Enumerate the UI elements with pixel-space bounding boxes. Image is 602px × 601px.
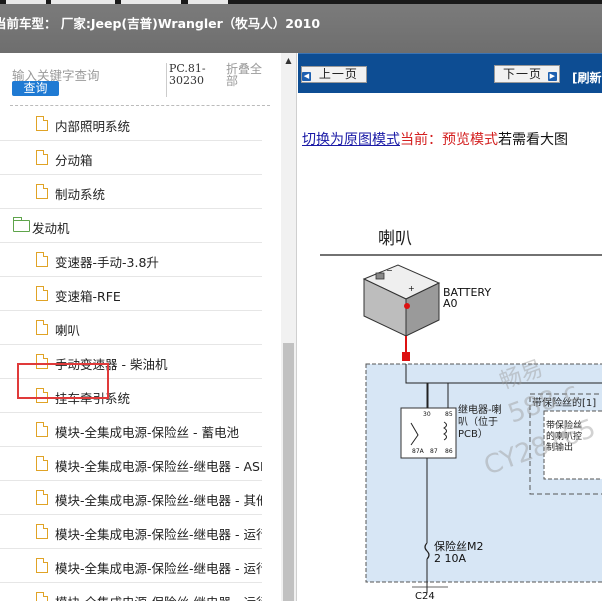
battery-icon: − + [362,264,441,337]
document-icon [36,456,48,471]
current-mode-label: 当前：预览模式 [400,132,498,148]
tree-item-label: 内部照明系统 [55,119,131,134]
document-icon [36,150,48,165]
svg-text:85: 85 [445,411,453,418]
svg-text:30: 30 [423,411,431,418]
tree-doc-item[interactable]: 模块-全集成电源-保险丝 - 蓄电池 [0,413,262,447]
svg-text:87: 87 [430,448,438,455]
document-icon [36,592,48,601]
refresh-button[interactable]: [刷新 [572,69,602,86]
battery-code-label: A0 [443,297,458,310]
document-icon [36,320,48,335]
tree-doc-item[interactable]: 模块-全集成电源-保险丝-继电器 - 运行-起 [0,549,262,583]
prev-page-button[interactable]: ◀ 上一页 [301,66,367,83]
tree-item-label: 模块-全集成电源-保险丝-继电器 - 运行-时 [55,592,262,601]
tree-item-label: 模块-全集成电源-保险丝-继电器 - 其他 [55,493,262,508]
tree-item-label: 变速器-手动-3.8升 [55,255,159,270]
tree-doc-item[interactable]: 变速箱-RFE [0,277,262,311]
next-page-label: 下一页 [503,67,543,81]
scroll-thumb[interactable] [283,343,294,601]
svg-text:+: + [408,284,415,293]
document-icon [36,524,48,539]
tree-item-label: 喇叭 [55,323,81,338]
pc-code-label: PC.81-30230 [166,63,216,97]
document-icon [36,422,48,437]
app-header: 当前车型： 厂家:Jeep(吉普)Wrangler（牧马人）2010 [0,0,602,53]
tree-doc-item[interactable]: 模块-全集成电源-保险丝-继电器 - 其他 [0,481,262,515]
fuse-label: 保险丝M2 [434,539,484,553]
left-panel: 输入关键字查询 查询 PC.81-30230 折叠全部 内部照明系统 分动箱制动系… [0,53,297,601]
header-tab[interactable] [6,0,46,4]
header-tab[interactable] [188,0,228,4]
header-tab[interactable] [121,0,181,4]
tree-item-label: 变速箱-RFE [55,289,121,304]
switch-original-mode-link[interactable]: 切换为原图模式 [302,132,400,148]
arrow-left-icon: ◀ [302,72,311,81]
document-icon [36,116,48,131]
tree-item-label: 模块-全集成电源-保险丝-继电器 - 运行 [55,527,262,542]
header-tab[interactable] [51,0,115,4]
hint-text: 若需看大图 [498,132,568,148]
scroll-up-icon[interactable]: ▲ [281,53,296,69]
header-tab-strip [0,0,602,4]
query-button[interactable]: 查询 [12,81,59,96]
prev-page-label: 上一页 [318,67,358,81]
tree-folder-item[interactable]: 发动机 [0,209,262,243]
divider [10,105,270,106]
svg-text:−: − [386,266,393,275]
diagram-title: 喇叭 [378,229,412,249]
search-area: 输入关键字查询 查询 PC.81-30230 折叠全部 [0,53,280,105]
tree-doc-item[interactable]: 制动系统 [0,175,262,209]
folder-icon [13,217,30,232]
document-icon [36,184,48,199]
document-icon [36,286,48,301]
component-tree: 内部照明系统 分动箱 制动系统 发动机 变速器-手动-3.8升 变速箱-RFE 喇叭 手动变速… [0,107,280,601]
svg-text:86: 86 [445,448,453,455]
tree-item-label: 模块-全集成电源-保险丝-继电器 - ASD - 保 [55,459,262,474]
document-icon [36,490,48,505]
tree-doc-item[interactable]: 模块-全集成电源-保险丝-继电器 - ASD - 保 [0,447,262,481]
tree-doc-item[interactable]: 内部照明系统 [0,107,262,141]
tree-doc-item[interactable]: 模块-全集成电源-保险丝-继电器 - 运行 [0,515,262,549]
tree-scrollbar[interactable]: ▲ [281,53,296,601]
tree-doc-item[interactable]: 喇叭 [0,311,262,345]
viewer-panel: ◀ 上一页 下一页 ▶ [刷新 切换为原图模式当前：预览模式若需看大图 喇叭 −… [298,53,602,601]
selected-item-highlight [17,363,109,399]
fuse-rating-label: 2 10A [434,552,466,565]
tree-item-label: 制动系统 [55,187,106,202]
connector-label: C24 [415,591,435,601]
document-icon [36,252,48,267]
tree-doc-item[interactable]: 模块-全集成电源-保险丝-继电器 - 运行-时 [0,583,262,601]
fold-all-button[interactable]: 折叠全部 [226,63,268,87]
current-model-label: 当前车型： 厂家:Jeep(吉普)Wrangler（牧马人）2010 [0,16,321,31]
tree-item-label: 分动箱 [55,153,93,168]
tree-doc-item[interactable]: 变速器-手动-3.8升 [0,243,262,277]
wiring-diagram[interactable]: 喇叭 − + BATTERY A0 30 85 87A 87 86 继电器-喇 … [298,213,602,601]
tree-item-label: 发动机 [32,221,70,236]
next-page-button[interactable]: 下一页 ▶ [494,65,560,83]
tree-item-label: 模块-全集成电源-保险丝-继电器 - 运行-起 [55,561,262,576]
svg-text:87A: 87A [412,448,425,455]
view-mode-line: 切换为原图模式当前：预览模式若需看大图 [302,129,568,149]
document-icon [36,558,48,573]
arrow-right-icon: ▶ [547,72,557,81]
tree-item-label: 模块-全集成电源-保险丝 - 蓄电池 [55,425,239,440]
tree-doc-item[interactable]: 分动箱 [0,141,262,175]
viewer-toolbar: ◀ 上一页 下一页 ▶ [刷新 [298,53,602,93]
